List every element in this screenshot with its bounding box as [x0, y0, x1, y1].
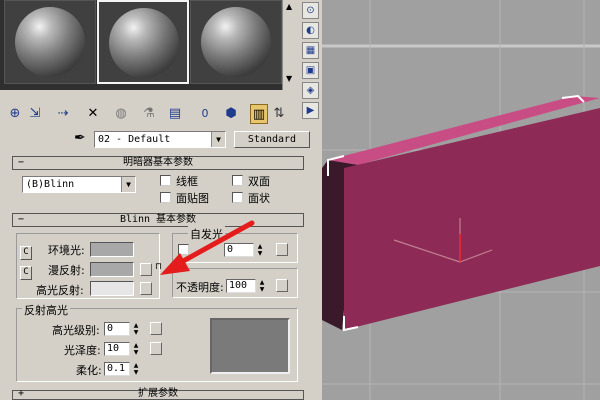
sample-slot-2-active[interactable]	[97, 0, 189, 84]
extended-rollout-header[interactable]: + 扩展参数	[12, 388, 304, 400]
glossiness-input[interactable]: 10	[104, 342, 130, 356]
chevron-down-icon[interactable]: ▼	[211, 132, 225, 147]
material-type-button[interactable]: Standard	[234, 131, 310, 148]
opacity-map-button[interactable]	[276, 279, 288, 292]
soften-spinner[interactable]: ▲ ▼	[132, 362, 140, 376]
scroll-down-icon[interactable]: ▼	[286, 74, 292, 83]
self-illum-map-button[interactable]	[276, 243, 288, 256]
assign-material-icon[interactable]: ⇢	[54, 104, 72, 124]
extended-rollout-title: 扩展参数	[138, 388, 178, 399]
ambient-color-swatch[interactable]	[90, 242, 134, 257]
material-name-text: 02 - Default	[98, 134, 171, 145]
glossiness-map-button[interactable]	[150, 342, 162, 355]
two-sided-checkbox[interactable]	[232, 175, 243, 186]
annotation-arrow	[160, 220, 255, 275]
get-material-icon[interactable]: ⊕	[6, 104, 24, 124]
sample-type-icon[interactable]: ⊙	[302, 2, 319, 19]
diffuse-lock-toggle[interactable]: C	[20, 266, 32, 280]
make-preview-icon[interactable]: ▶	[302, 102, 319, 119]
map-in-viewport-icon[interactable]: 0	[196, 104, 214, 124]
backlight-icon[interactable]: ◐	[302, 22, 319, 39]
minus-icon: −	[18, 214, 25, 225]
shader-rollout-title: 明暗器基本参数	[123, 157, 193, 168]
background-icon[interactable]: ▦	[302, 42, 319, 59]
material-toolbar: ⊕ ⇲ ⇢ ✕ ◍ ⚗ ▤ 0 ⬢ ▥ ⇅	[0, 104, 298, 126]
ambient-lock-toggle[interactable]: C	[20, 246, 32, 260]
box-front-face[interactable]	[344, 108, 600, 330]
spec-level-map-button[interactable]	[150, 322, 162, 335]
specular-label: 高光反射:	[36, 284, 84, 297]
sample-slot-3[interactable]	[190, 0, 282, 84]
ambient-label: 环境光:	[48, 244, 85, 257]
plus-icon: +	[18, 388, 25, 399]
side-toolbar: ⊙ ◐ ▦ ▣ ◈ ▶	[298, 0, 322, 128]
wire-checkbox[interactable]	[160, 175, 171, 186]
make-unique-icon[interactable]: ◍	[112, 104, 130, 124]
show-end-result-icon[interactable]: ⬢	[222, 104, 240, 124]
soften-label: 柔化:	[76, 364, 102, 377]
put-to-scene-icon[interactable]: ⇲	[26, 104, 44, 124]
glossiness-label: 光泽度:	[64, 344, 101, 357]
faceted-checkbox[interactable]	[232, 192, 243, 203]
spec-level-input[interactable]: 0	[104, 322, 130, 336]
specular-color-swatch[interactable]	[90, 281, 134, 296]
material-effects-channel-icon[interactable]: ▤	[166, 104, 184, 124]
soften-input[interactable]: 0.1	[104, 362, 130, 376]
go-forward-sibling-icon[interactable]: ⇅	[270, 104, 288, 124]
viewport-scene	[322, 0, 600, 400]
shader-type-dropdown[interactable]: (B)Blinn ▼	[22, 176, 136, 193]
two-sided-label: 双面	[248, 175, 270, 188]
shader-type-text: (B)Blinn	[26, 179, 75, 190]
face-map-label: 面贴图	[176, 192, 209, 205]
go-to-parent-icon[interactable]: ▥	[250, 104, 268, 124]
highlight-curve-preview	[210, 318, 290, 374]
material-sphere-preview	[15, 7, 85, 77]
scroll-up-icon[interactable]: ▲	[286, 2, 292, 11]
glossiness-spinner[interactable]: ▲ ▼	[132, 342, 140, 356]
chevron-down-icon[interactable]: ▼	[121, 177, 135, 192]
wire-label: 线框	[176, 175, 198, 188]
spec-level-label: 高光级别:	[52, 324, 100, 337]
material-name-field[interactable]: 02 - Default ▼	[94, 131, 226, 148]
diffuse-color-swatch[interactable]	[90, 262, 134, 277]
put-to-library-icon[interactable]: ⚗	[140, 104, 158, 124]
video-color-check-icon[interactable]: ◈	[302, 82, 319, 99]
sample-slots: ▲ ▼	[0, 0, 298, 90]
pick-material-eyedropper-icon[interactable]: ✒	[74, 130, 86, 146]
reset-map-icon[interactable]: ✕	[84, 104, 102, 124]
spec-level-spinner[interactable]: ▲ ▼	[132, 322, 140, 336]
faceted-label: 面状	[248, 192, 270, 205]
diffuse-label: 漫反射:	[48, 264, 85, 277]
material-editor-panel: ▲ ▼ ⊙ ◐ ▦ ▣ ◈ ▶ ⊕ ⇲ ⇢ ✕ ◍ ⚗ ▤ 0 ⬢ ▥ ⇅ ✒ …	[0, 0, 322, 400]
perspective-viewport[interactable]	[322, 0, 600, 400]
uv-tiling-icon[interactable]: ▣	[302, 62, 319, 79]
material-sphere-preview	[201, 7, 271, 77]
material-sphere-preview	[109, 8, 179, 78]
shader-rollout-header[interactable]: − 明暗器基本参数	[12, 156, 304, 170]
minus-icon: −	[18, 157, 25, 168]
sample-slot-1[interactable]	[4, 0, 96, 84]
sample-slot-scrollbar[interactable]: ▲ ▼	[282, 0, 298, 90]
face-map-checkbox[interactable]	[160, 192, 171, 203]
material-name-bar: ✒ 02 - Default ▼ Standard	[0, 130, 322, 148]
specular-highlights-title: 反射高光	[22, 302, 70, 318]
